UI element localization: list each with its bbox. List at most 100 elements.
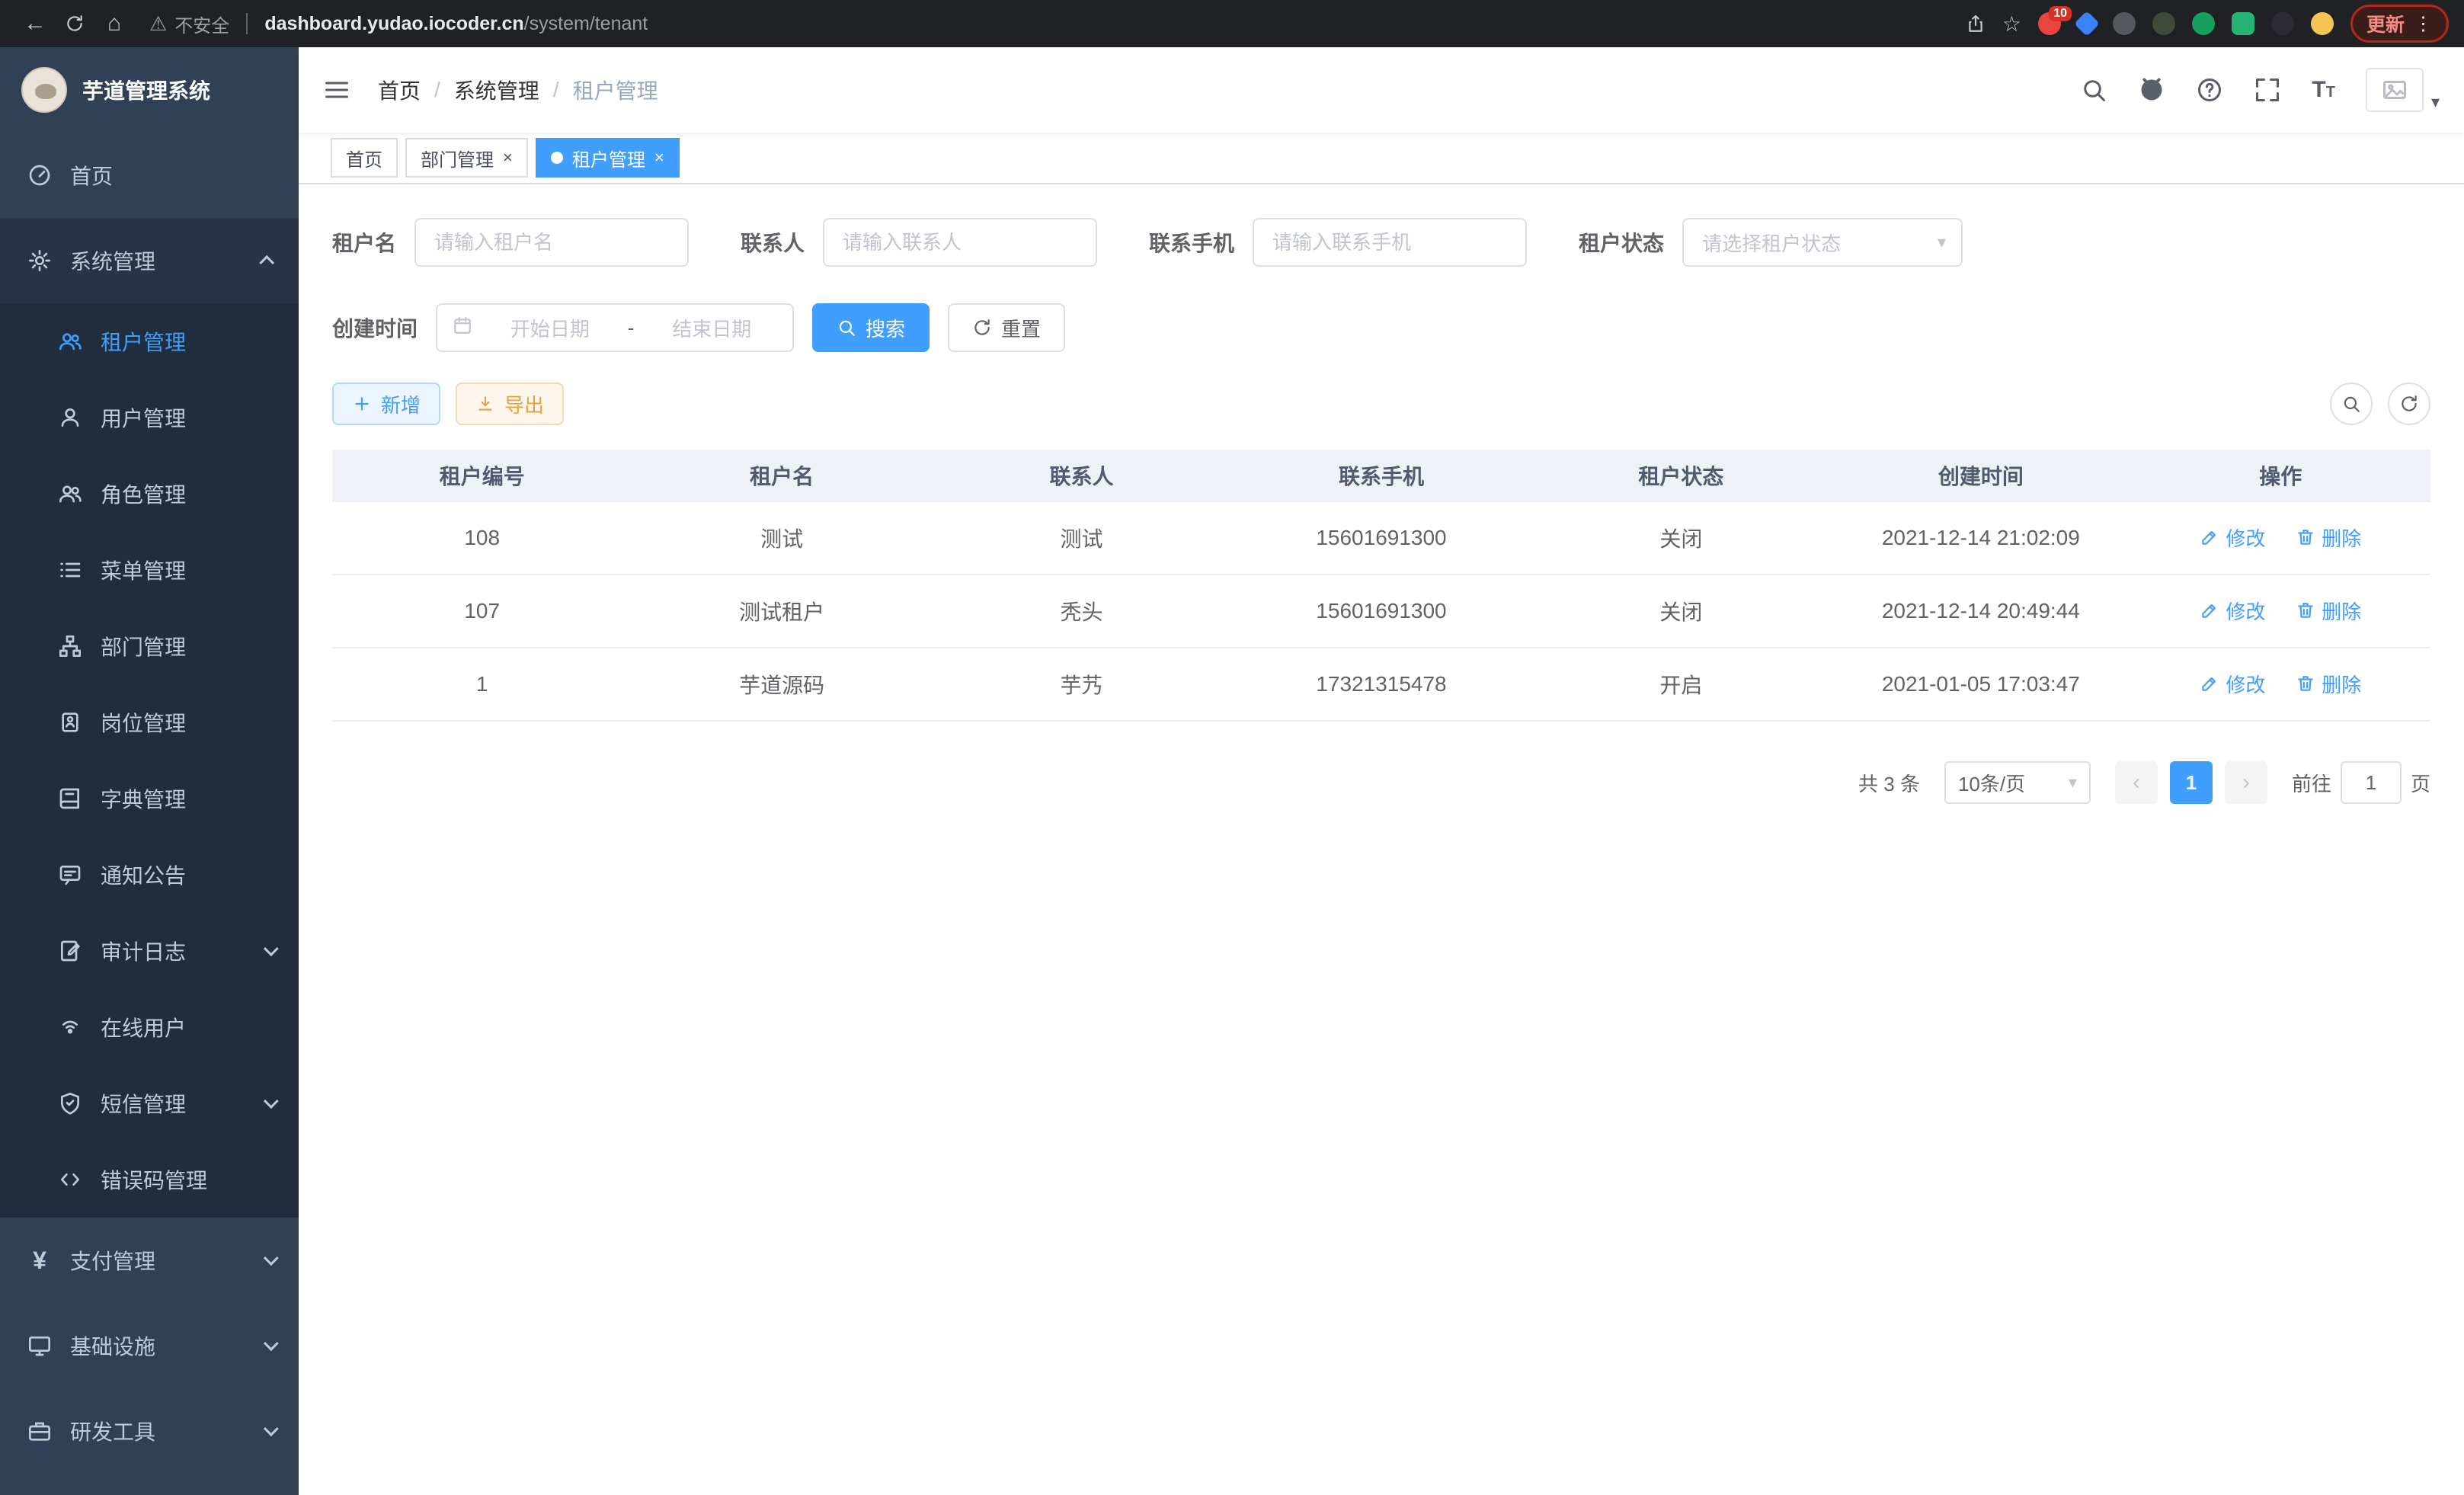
breadcrumb-item[interactable]: 系统管理 [454, 75, 539, 105]
browser-home-icon[interactable]: ⌂ [94, 11, 134, 37]
prev-page-button[interactable]: ‹ [2115, 761, 2158, 804]
next-page-button[interactable]: › [2225, 761, 2267, 804]
sidebar-item-user[interactable]: 用户管理 [0, 379, 299, 456]
mobile-input[interactable] [1253, 218, 1527, 267]
sidebar-item-system[interactable]: 系统管理 [0, 218, 299, 303]
sidebar-item-error-code[interactable]: 错误码管理 [0, 1141, 299, 1218]
delete-link[interactable]: 删除 [2296, 670, 2361, 698]
url-domain: dashboard.yudao.iocoder.cn [264, 13, 523, 34]
extension-icon[interactable] [2232, 12, 2254, 35]
extension-icon[interactable] [2271, 12, 2294, 35]
export-button[interactable]: 导出 [456, 383, 564, 425]
extension-icon[interactable] [2074, 11, 2100, 37]
form-item-contact: 联系人 [741, 218, 1097, 267]
page-unit-label: 页 [2411, 769, 2430, 797]
bookmark-star-icon[interactable]: ☆ [2002, 11, 2021, 37]
sidebar-item-dept[interactable]: 部门管理 [0, 608, 299, 684]
calendar-icon [453, 315, 472, 341]
status-select[interactable]: 请选择租户状态 ▾ [1682, 218, 1963, 267]
page-size-value: 10条/页 [1958, 769, 2025, 797]
edit-link[interactable]: 修改 [2200, 670, 2265, 698]
delete-link[interactable]: 删除 [2296, 523, 2361, 552]
sidebar-item-online-users[interactable]: 在线用户 [0, 989, 299, 1065]
browser-update-button[interactable]: 更新 ⋮ [2350, 5, 2449, 43]
breadcrumb-item[interactable]: 首页 [378, 75, 421, 105]
sidebar-item-audit-log[interactable]: 审计日志 [0, 913, 299, 989]
sidebar-item-sms[interactable]: 短信管理 [0, 1065, 299, 1141]
sidebar-item-infrastructure[interactable]: 基础设施 [0, 1303, 299, 1388]
extension-icon[interactable] [2113, 12, 2136, 35]
sidebar-item-home[interactable]: 首页 [0, 133, 299, 218]
sidebar-item-dict[interactable]: 字典管理 [0, 760, 299, 837]
github-icon[interactable] [2138, 76, 2165, 104]
logo-title: 芋道管理系统 [82, 75, 210, 105]
sidebar-item-label: 用户管理 [101, 402, 186, 433]
security-status[interactable]: ⚠ 不安全 [149, 11, 229, 37]
hamburger-icon[interactable] [323, 76, 350, 104]
sidebar-item-payment[interactable]: ¥ 支付管理 [0, 1218, 299, 1303]
column-header: 联系手机 [1231, 450, 1531, 501]
table-row: 108 测试 测试 15601691300 关闭 2021-12-14 21:0… [332, 501, 2430, 575]
tenant-name-label: 租户名 [332, 227, 396, 258]
comment-icon [58, 863, 82, 887]
url-text[interactable]: dashboard.yudao.iocoder.cn/system/tenant [264, 13, 648, 35]
sidebar-item-devtools[interactable]: 研发工具 [0, 1388, 299, 1474]
goto-page-input[interactable] [2341, 761, 2402, 804]
sidebar-item-label: 短信管理 [101, 1088, 186, 1119]
edit-link[interactable]: 修改 [2200, 597, 2265, 625]
sidebar-item-tenant[interactable]: 租户管理 [0, 303, 299, 379]
cell-contact: 芋艿 [932, 648, 1231, 721]
browser-back-icon[interactable]: ← [15, 11, 55, 37]
extension-icon[interactable] [2152, 12, 2175, 35]
date-range-picker[interactable]: 开始日期 - 结束日期 [436, 303, 794, 352]
sidebar-logo[interactable]: 芋道管理系统 [0, 47, 299, 133]
main-area: 首页 / 系统管理 / 租户管理 TT ▾ [299, 47, 2464, 1495]
tab-home[interactable]: 首页 [331, 138, 398, 178]
address-bar[interactable]: ⚠ 不安全 dashboard.yudao.iocoder.cn/system/… [149, 11, 1966, 37]
sidebar-item-post[interactable]: 岗位管理 [0, 684, 299, 760]
help-icon[interactable] [2196, 76, 2223, 104]
close-icon[interactable]: × [503, 149, 513, 166]
sidebar-item-notice[interactable]: 通知公告 [0, 837, 299, 913]
page-number-current[interactable]: 1 [2170, 761, 2213, 804]
column-header: 租户编号 [332, 450, 632, 501]
toggle-search-button[interactable] [2330, 383, 2373, 425]
gear-icon [27, 248, 52, 273]
book-icon [58, 786, 82, 811]
extension-icon[interactable] [2192, 12, 2215, 35]
reset-button[interactable]: 重置 [948, 303, 1065, 352]
close-icon[interactable]: × [654, 149, 664, 166]
tab-tenant[interactable]: 租户管理 × [536, 138, 680, 178]
search-button-label: 搜索 [866, 314, 905, 342]
add-button[interactable]: 新增 [332, 383, 440, 425]
page-size-select[interactable]: 10条/页 ▾ [1944, 761, 2091, 804]
search-icon[interactable] [2080, 76, 2107, 104]
sidebar-item-role[interactable]: 角色管理 [0, 456, 299, 532]
extension-icon[interactable] [2311, 12, 2334, 35]
browser-menu-icon[interactable]: ⋮ [2414, 12, 2433, 35]
tab-dept[interactable]: 部门管理 × [405, 138, 528, 178]
tenant-name-input[interactable] [414, 218, 689, 267]
font-size-icon[interactable]: TT [2312, 78, 2335, 101]
extension-badge: 10 [2049, 6, 2072, 21]
table-header-row: 租户编号 租户名 联系人 联系手机 租户状态 创建时间 操作 [332, 450, 2430, 501]
search-button[interactable]: 搜索 [812, 303, 930, 352]
url-path: /system/tenant [524, 13, 648, 34]
shield-icon [58, 1091, 82, 1116]
dashboard-icon [27, 163, 52, 187]
delete-label: 删除 [2322, 597, 2361, 625]
sidebar-item-menu[interactable]: 菜单管理 [0, 532, 299, 608]
browser-reload-icon[interactable] [55, 11, 94, 37]
refresh-table-button[interactable] [2388, 383, 2430, 425]
date-end-placeholder: 结束日期 [646, 314, 777, 342]
extension-icon[interactable]: 10 [2038, 12, 2061, 35]
tab-label: 部门管理 [421, 145, 494, 171]
fullscreen-icon[interactable] [2254, 76, 2281, 104]
user-avatar-dropdown[interactable]: ▾ [2366, 68, 2440, 112]
delete-link[interactable]: 删除 [2296, 597, 2361, 625]
share-icon[interactable] [1966, 14, 1986, 34]
pencil-icon [2200, 527, 2219, 547]
table-toolbar: 新增 导出 [332, 383, 2430, 425]
edit-link[interactable]: 修改 [2200, 523, 2265, 552]
contact-input[interactable] [823, 218, 1097, 267]
